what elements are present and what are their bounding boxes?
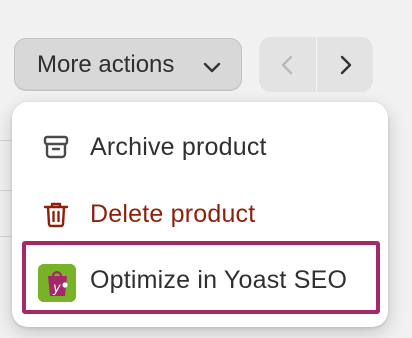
chevron-down-icon	[203, 62, 221, 73]
archive-icon	[43, 135, 69, 159]
yoast-logo-icon: y	[38, 264, 76, 302]
trash-icon	[43, 202, 69, 228]
menu-item-archive-product[interactable]: Archive product	[12, 117, 388, 177]
more-actions-button[interactable]: More actions	[14, 38, 242, 91]
pagination	[259, 37, 373, 92]
chevron-right-icon	[340, 55, 352, 74]
menu-item-label: Delete product	[90, 199, 256, 228]
chevron-left-icon	[281, 55, 292, 74]
next-button[interactable]	[316, 37, 373, 92]
menu-item-label: Archive product	[90, 132, 267, 161]
menu-item-delete-product[interactable]: Delete product	[12, 184, 388, 244]
previous-button[interactable]	[259, 37, 316, 92]
menu-item-label: Optimize in Yoast SEO	[90, 265, 348, 294]
more-actions-label: More actions	[37, 50, 175, 78]
app-stage: More actions Archive product Delete prod…	[0, 0, 412, 338]
svg-text:y: y	[52, 281, 61, 296]
